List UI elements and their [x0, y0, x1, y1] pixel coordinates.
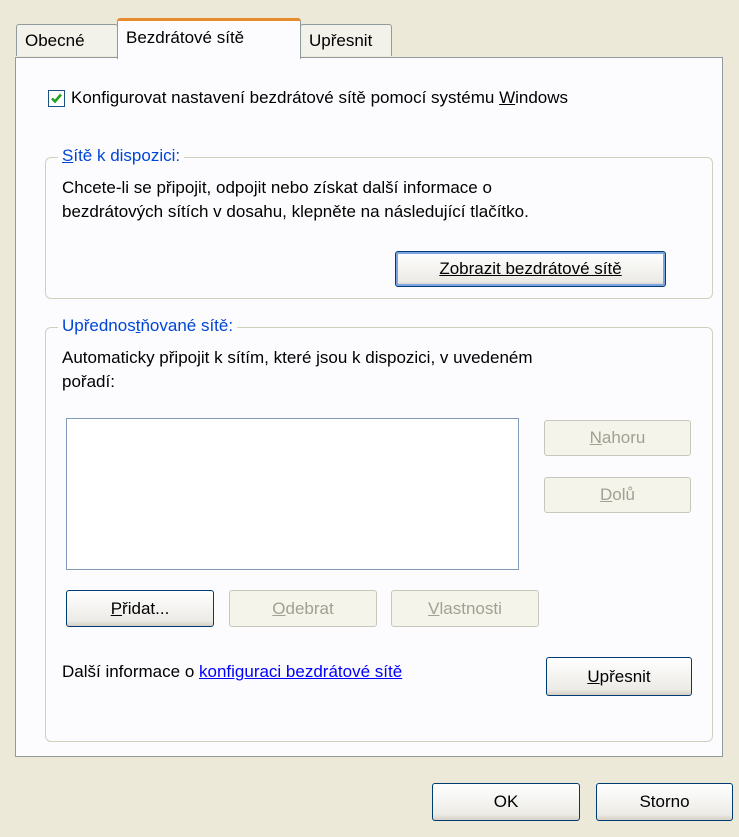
network-properties-label: Vlastnosti: [428, 598, 502, 618]
info-line: Další informace o konfiguraci bezdrátové…: [62, 660, 402, 684]
network-properties-button[interactable]: Vlastnosti: [391, 590, 539, 627]
preferred-networks-legend: Upřednostňované sítě:: [58, 316, 238, 336]
tab-general[interactable]: Obecné: [16, 24, 118, 56]
add-network-button[interactable]: Přidat...: [66, 590, 214, 627]
cancel-button[interactable]: Storno: [596, 783, 733, 821]
tab-advanced[interactable]: Upřesnit: [300, 24, 392, 56]
configure-windows-checkbox[interactable]: [48, 89, 65, 107]
view-wireless-networks-button[interactable]: Zobrazit bezdrátové sítě: [395, 251, 666, 287]
move-up-button[interactable]: Nahoru: [544, 420, 691, 456]
move-down-button[interactable]: Dolů: [544, 477, 691, 513]
tab-label: Obecné: [25, 31, 85, 50]
advanced-button[interactable]: Upřesnit: [546, 657, 692, 696]
tab-label: Upřesnit: [309, 31, 373, 50]
move-down-label: Dolů: [600, 485, 635, 504]
configure-windows-row[interactable]: Konfigurovat nastavení bezdrátové sítě p…: [48, 88, 568, 108]
checkmark-icon: [51, 93, 62, 103]
tab-strip: Obecné Bezdrátové sítě Upřesnit: [16, 18, 393, 59]
advanced-label: Upřesnit: [587, 666, 651, 686]
tab-wireless-networks[interactable]: Bezdrátové sítě: [117, 18, 301, 59]
info-text: Další informace o: [62, 662, 199, 681]
move-up-label: Nahoru: [589, 428, 646, 447]
cancel-label: Storno: [639, 792, 690, 811]
ok-button[interactable]: OK: [432, 783, 580, 821]
ok-label: OK: [493, 792, 519, 811]
preferred-networks-list[interactable]: [66, 418, 519, 570]
available-networks-legend: Sítě k dispozici:: [58, 146, 185, 166]
preferred-networks-description: Automaticky připojit k sítím, které jsou…: [62, 348, 533, 391]
view-wireless-networks-label: Zobrazit bezdrátové sítě: [439, 259, 622, 278]
remove-network-button[interactable]: Odebrat: [229, 590, 377, 627]
available-networks-description: Chcete-li se připojit, odpojit nebo získ…: [62, 178, 529, 221]
configure-windows-label: Konfigurovat nastavení bezdrátové sítě p…: [71, 88, 569, 107]
add-network-label: Přidat...: [110, 598, 170, 618]
wireless-config-info-link[interactable]: konfiguraci bezdrátové sítě: [199, 662, 402, 681]
tab-label: Bezdrátové sítě: [126, 28, 245, 47]
remove-network-label: Odebrat: [272, 598, 334, 618]
